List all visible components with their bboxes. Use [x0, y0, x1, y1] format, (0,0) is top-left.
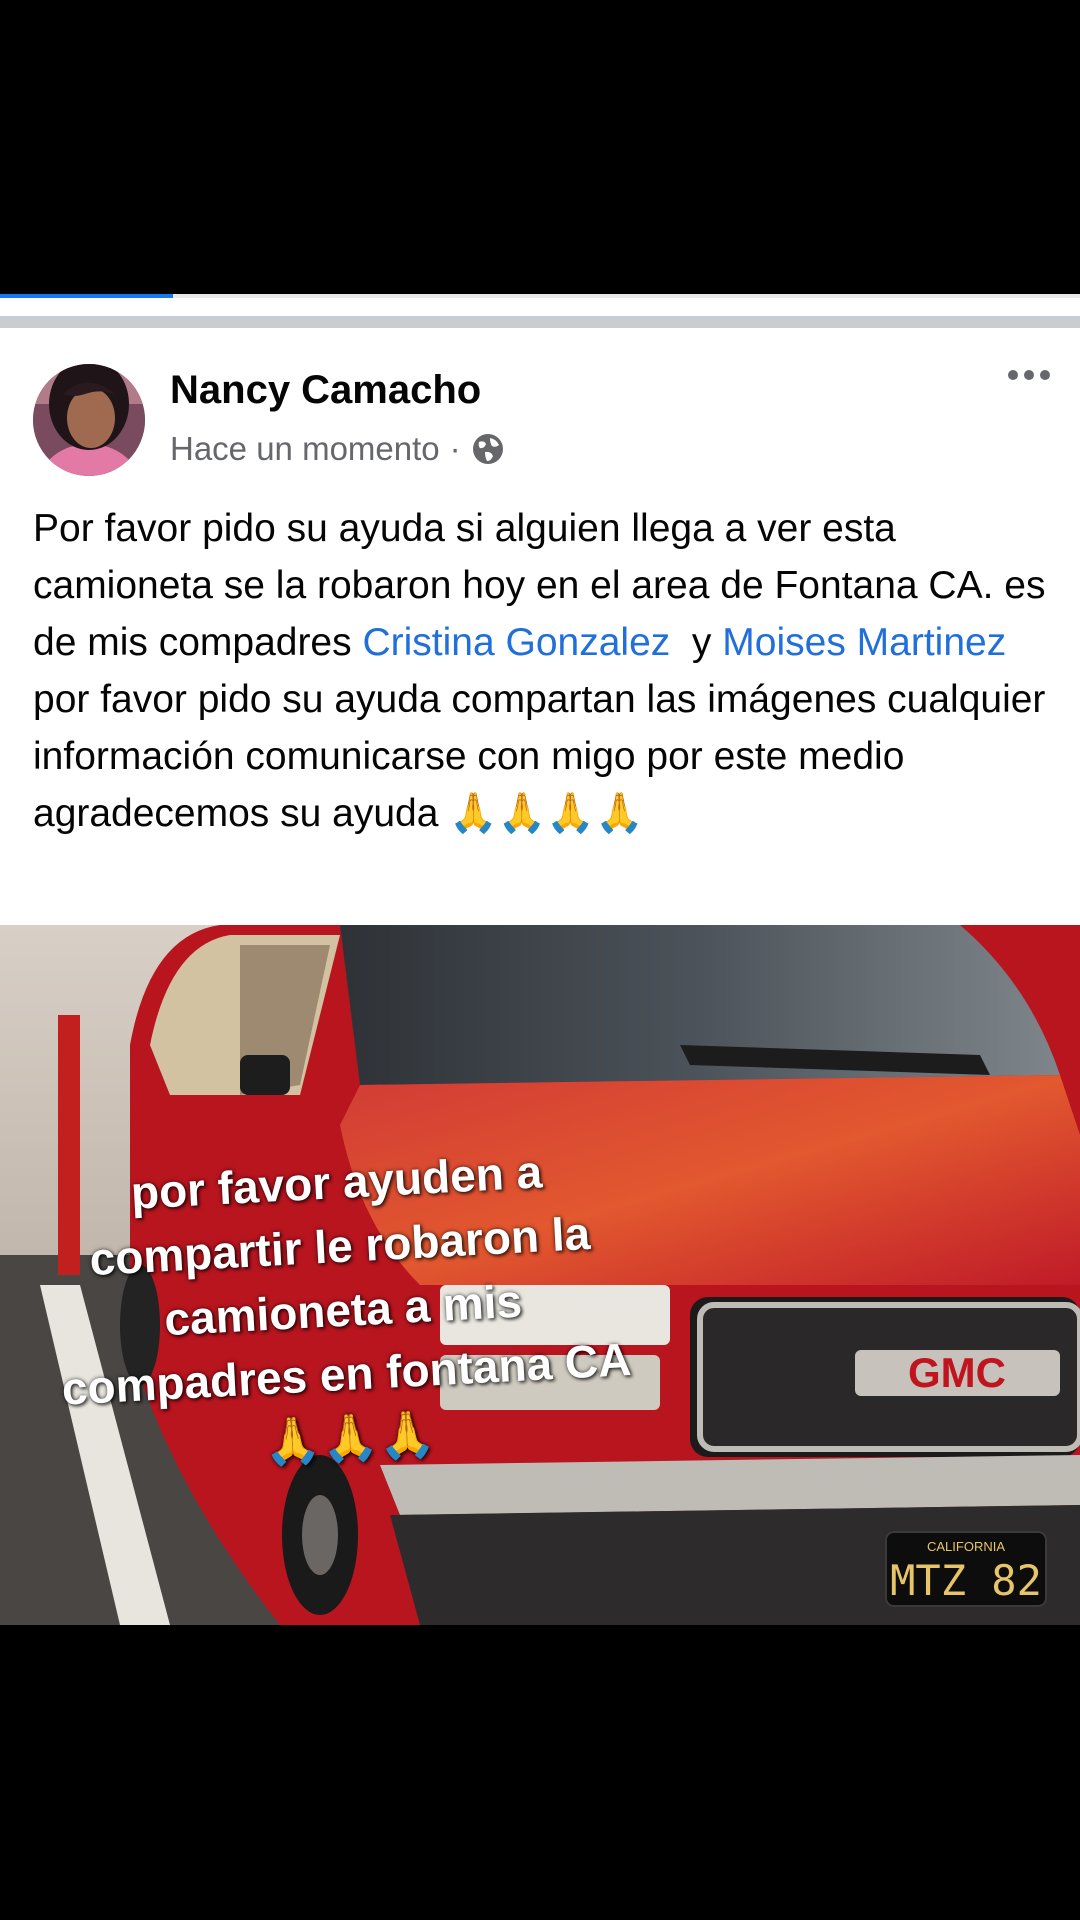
meta-separator: · — [449, 430, 461, 467]
video-caption-overlay: por favor ayuden a compartir le robaron … — [0, 1132, 691, 1487]
post-meta: Hace un momento · — [170, 430, 505, 468]
post-author[interactable]: Nancy Camacho — [170, 368, 481, 413]
post-body: Por favor pido su ayuda si alguien llega… — [33, 500, 1053, 842]
post-text-part: y — [670, 621, 723, 664]
gmc-badge: GMC — [908, 1349, 1006, 1396]
post-timestamp[interactable]: Hace un momento — [170, 430, 440, 468]
feed-gap — [0, 298, 1080, 316]
facebook-post: Nancy Camacho Hace un momento · Por favo… — [0, 328, 1080, 925]
feed-divider — [0, 316, 1080, 328]
plate-number: MTZ 82 — [890, 1556, 1042, 1605]
mention-link[interactable]: Moises Martinez — [722, 621, 1006, 664]
video-bottom-letterbox — [0, 1625, 1080, 1920]
more-options-button[interactable] — [1008, 370, 1050, 380]
avatar-photo — [33, 364, 145, 476]
pray-emoji: 🙏🙏🙏🙏 — [449, 792, 644, 835]
plate-state: CALIFORNIA — [927, 1539, 1005, 1554]
globe-icon — [472, 434, 503, 464]
video-top-letterbox — [0, 0, 1080, 294]
avatar[interactable] — [33, 364, 145, 476]
more-horizontal-icon — [1008, 370, 1018, 380]
mention-link[interactable]: Cristina Gonzalez — [362, 621, 670, 664]
